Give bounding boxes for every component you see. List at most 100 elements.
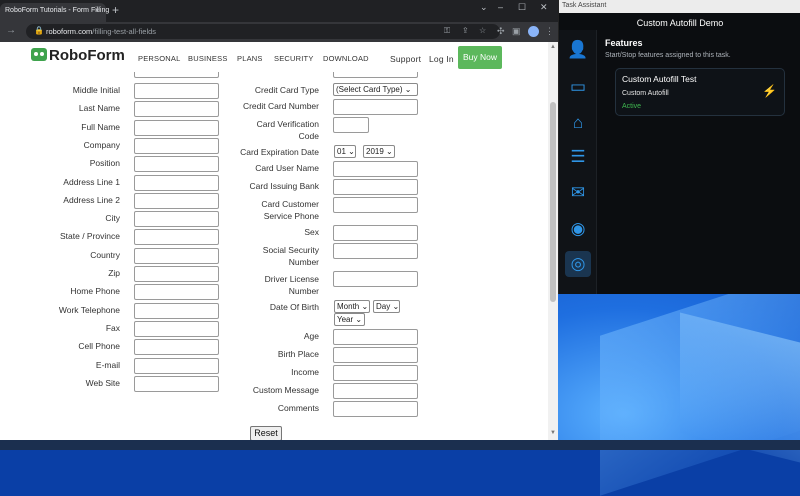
star-icon[interactable]: ☆: [479, 26, 486, 35]
income-input[interactable]: [333, 365, 418, 381]
left-input-8[interactable]: [134, 229, 219, 245]
browser-window: RoboForm Tutorials - Form Filling × + ⌄ …: [0, 0, 558, 440]
list-icon[interactable]: ☰: [565, 144, 591, 170]
label-left-2: Full Name: [81, 122, 120, 132]
label-card-user: Card User Name: [255, 163, 319, 173]
maximize-icon[interactable]: ☐: [518, 2, 526, 13]
left-input-3[interactable]: [134, 138, 219, 154]
left-input-13[interactable]: [134, 321, 219, 337]
url-host: roboform.com: [46, 27, 93, 36]
nav-plans[interactable]: PLANS: [237, 54, 263, 63]
task-feature: Custom Autofill: [622, 90, 669, 97]
key-icon[interactable]: ⚿: [444, 26, 450, 36]
close-tab-icon[interactable]: ×: [95, 6, 100, 15]
age-input[interactable]: [333, 329, 418, 345]
profile-avatar[interactable]: [528, 26, 539, 37]
nav-business[interactable]: BUSINESS: [188, 54, 228, 63]
card-verification-input[interactable]: [333, 117, 369, 133]
side-panel-icon[interactable]: ▣: [512, 26, 521, 37]
roboform-logo-icon[interactable]: [31, 48, 47, 61]
left-input-15[interactable]: [134, 358, 219, 374]
scroll-up-icon[interactable]: ▲: [550, 44, 556, 50]
home-icon[interactable]: ⌂: [565, 110, 591, 136]
license-input[interactable]: [333, 271, 418, 287]
expiration-month-select[interactable]: 01 ⌄: [334, 145, 356, 158]
left-input-4[interactable]: [134, 156, 219, 172]
card-bank-input[interactable]: [333, 179, 418, 195]
left-input-5[interactable]: [134, 175, 219, 191]
nav-personal[interactable]: PERSONAL: [138, 54, 180, 63]
left-input-10[interactable]: [134, 266, 219, 282]
label-age: Age: [303, 331, 319, 341]
target-icon[interactable]: ◎: [565, 251, 591, 277]
scroll-down-icon[interactable]: ▼: [550, 430, 556, 436]
task-name: Custom Autofill Test: [622, 74, 697, 84]
card-service-input[interactable]: [333, 197, 418, 213]
label-left-9: Country: [90, 250, 120, 260]
left-input-2[interactable]: [134, 120, 219, 136]
expiration-year-select[interactable]: 2019 ⌄: [363, 145, 395, 158]
minimize-icon[interactable]: –: [498, 2, 503, 12]
forward-icon[interactable]: →: [6, 25, 16, 36]
reset-button[interactable]: Reset: [250, 426, 282, 440]
menu-icon[interactable]: ⋮: [545, 26, 554, 37]
nav-download[interactable]: DOWNLOAD: [323, 54, 369, 63]
label-left-13: Fax: [105, 323, 120, 333]
label-card-service-1: Card Customer: [261, 199, 319, 209]
label-left-6: Address Line 2: [63, 195, 120, 205]
label-card-type: Credit Card Type: [254, 85, 319, 95]
buy-now-button[interactable]: Buy Now: [458, 46, 502, 69]
url-input[interactable]: 🔒 roboform.com/filling-test-all-fields ⚿…: [26, 24, 500, 39]
support-link[interactable]: Support: [390, 54, 421, 64]
label-left-4: Position: [89, 158, 120, 168]
custom-message-input[interactable]: [333, 383, 418, 399]
label-birth-place: Birth Place: [277, 349, 319, 359]
nav-security[interactable]: SECURITY: [274, 54, 314, 63]
card-icon[interactable]: ▭: [565, 74, 591, 100]
comments-input[interactable]: [333, 401, 418, 417]
ssn-input[interactable]: [333, 243, 418, 259]
label-ssn-2: Number: [288, 257, 319, 267]
dob-month-select[interactable]: Month ⌄: [334, 300, 370, 313]
label-card-verification-2: Code: [298, 131, 319, 141]
card-user-input[interactable]: [333, 161, 418, 177]
label-left-15: E-mail: [95, 360, 120, 370]
left-input-11[interactable]: [134, 284, 219, 300]
close-window-icon[interactable]: ✕: [540, 2, 548, 13]
label-left-0: Middle Initial: [72, 85, 120, 95]
login-link[interactable]: Log In: [429, 54, 454, 64]
card-type-select[interactable]: (Select Card Type) ⌄: [333, 83, 418, 96]
card-number-input[interactable]: [333, 99, 418, 115]
left-input-0[interactable]: [134, 83, 219, 99]
mouse-icon[interactable]: ◉: [565, 216, 591, 242]
browser-tab[interactable]: RoboForm Tutorials - Form Filling ×: [0, 3, 109, 22]
page-scrollbar[interactable]: ▲ ▼: [548, 42, 558, 440]
logo-text[interactable]: RoboForm: [49, 47, 125, 64]
dob-year-select[interactable]: Year ⌄: [334, 313, 365, 326]
left-input-16[interactable]: [134, 376, 219, 392]
left-input-6[interactable]: [134, 193, 219, 209]
sex-input[interactable]: [333, 225, 418, 241]
features-subtitle: Start/Stop features assigned to this tas…: [605, 52, 731, 59]
task-card[interactable]: Custom Autofill Test Custom Autofill Act…: [615, 68, 785, 116]
user-icon[interactable]: 👤: [565, 37, 591, 63]
birth-place-input[interactable]: [333, 347, 418, 363]
left-input-14[interactable]: [134, 339, 219, 355]
left-input-7[interactable]: [134, 211, 219, 227]
taskbar: [0, 440, 800, 450]
new-tab-icon[interactable]: +: [112, 3, 119, 17]
extensions-icon[interactable]: ✣: [497, 26, 505, 37]
dob-day-select[interactable]: Day ⌄: [373, 300, 400, 313]
left-input-9[interactable]: [134, 248, 219, 264]
label-left-14: Cell Phone: [78, 341, 120, 351]
mail-icon[interactable]: ✉: [565, 180, 591, 206]
label-card-verification-1: Card Verification: [256, 119, 319, 129]
left-input-1[interactable]: [134, 101, 219, 117]
left-input-12[interactable]: [134, 303, 219, 319]
magic-wand-icon[interactable]: ⚡: [762, 84, 777, 98]
share-icon[interactable]: ⇪: [462, 26, 469, 35]
label-sex: Sex: [304, 227, 319, 237]
scroll-thumb[interactable]: [550, 102, 556, 302]
tab-search-icon[interactable]: ⌄: [480, 2, 488, 13]
lock-icon: 🔒: [34, 26, 44, 35]
